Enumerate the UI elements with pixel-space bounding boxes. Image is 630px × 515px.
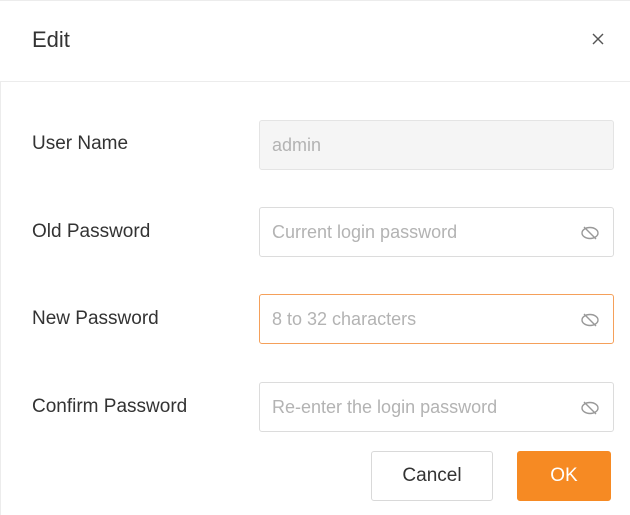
new-password-field <box>259 294 614 344</box>
dialog-title: Edit <box>32 27 70 52</box>
confirm-password-label: Confirm Password <box>32 396 188 417</box>
user-name-label: User Name <box>32 133 129 154</box>
close-icon[interactable] <box>586 27 610 51</box>
cancel-button[interactable]: Cancel <box>371 451 493 501</box>
eye-off-icon[interactable] <box>579 309 601 331</box>
eye-off-icon[interactable] <box>579 222 601 244</box>
confirm-password-field <box>259 382 614 432</box>
user-name-input <box>272 121 602 169</box>
new-password-label: New Password <box>32 308 159 329</box>
dialog-border <box>0 82 1 515</box>
ok-button[interactable]: OK <box>517 451 611 501</box>
dialog-header: Edit <box>0 0 630 82</box>
old-password-label: Old Password <box>32 221 151 242</box>
user-name-field <box>259 120 614 170</box>
confirm-password-input[interactable] <box>272 383 572 431</box>
old-password-field <box>259 207 614 257</box>
old-password-input[interactable] <box>272 208 572 256</box>
eye-off-icon[interactable] <box>579 397 601 419</box>
edit-dialog: Edit User Name Old Password New Password <box>0 0 630 515</box>
new-password-input[interactable] <box>272 295 572 343</box>
